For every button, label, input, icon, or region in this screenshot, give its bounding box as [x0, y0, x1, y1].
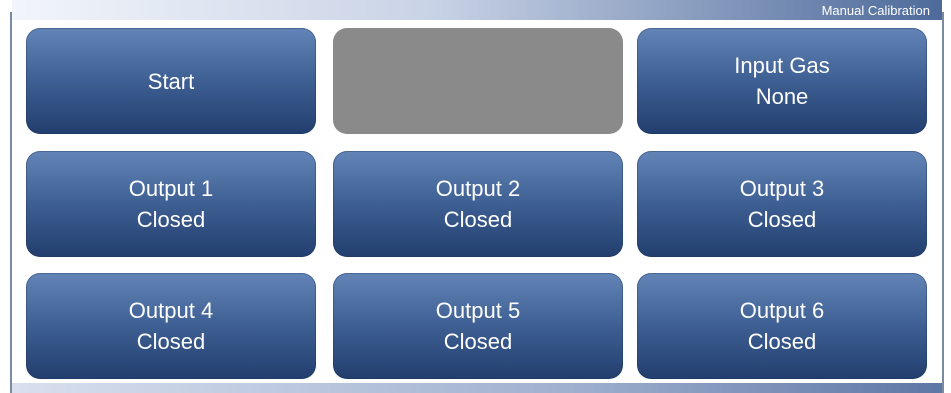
output-2-button[interactable]: Output 2 Closed [333, 151, 623, 257]
screen-title: Manual Calibration [821, 3, 930, 18]
button-grid: Start Input Gas None Output 1 Closed Out… [26, 28, 927, 380]
output-5-state: Closed [443, 329, 513, 354]
calibration-screen: Manual Calibration Start Input Gas None … [0, 0, 951, 393]
output-6-label: Output 6 [739, 298, 825, 323]
blank-disabled-button [333, 28, 623, 134]
input-gas-label: Input Gas [734, 53, 830, 78]
output-1-button[interactable]: Output 1 Closed [26, 151, 316, 257]
output-4-button[interactable]: Output 4 Closed [26, 273, 316, 379]
output-4-state: Closed [136, 329, 206, 354]
output-6-state: Closed [747, 329, 817, 354]
start-button[interactable]: Start [26, 28, 316, 134]
output-5-button[interactable]: Output 5 Closed [333, 273, 623, 379]
output-1-state: Closed [136, 207, 206, 232]
output-3-button[interactable]: Output 3 Closed [637, 151, 927, 257]
input-gas-value: None [755, 84, 809, 109]
output-5-label: Output 5 [435, 298, 521, 323]
output-2-label: Output 2 [435, 176, 521, 201]
output-1-label: Output 1 [128, 176, 214, 201]
output-2-state: Closed [443, 207, 513, 232]
output-3-state: Closed [747, 207, 817, 232]
title-bar: Manual Calibration [12, 0, 942, 20]
left-border [10, 12, 12, 393]
bottom-bar [12, 383, 942, 393]
output-4-label: Output 4 [128, 298, 214, 323]
output-6-button[interactable]: Output 6 Closed [637, 273, 927, 379]
output-3-label: Output 3 [739, 176, 825, 201]
input-gas-button[interactable]: Input Gas None [637, 28, 927, 134]
right-border [942, 12, 944, 393]
start-button-label: Start [147, 68, 195, 94]
